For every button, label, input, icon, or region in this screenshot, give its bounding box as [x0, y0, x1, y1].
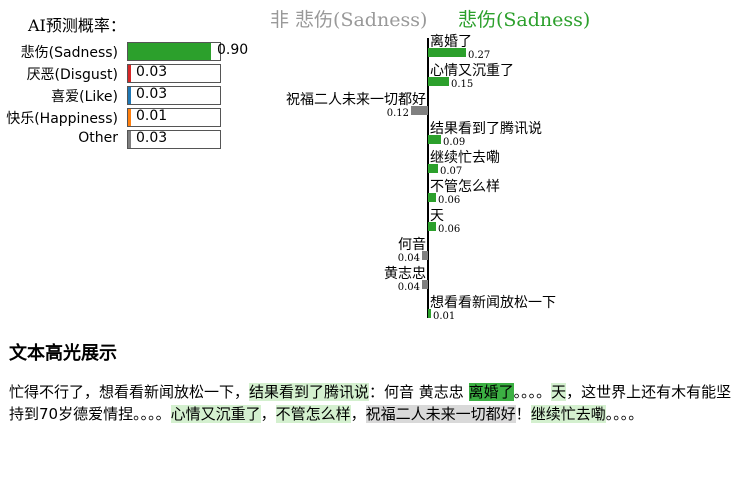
contribution-bar	[428, 193, 436, 202]
positive-class-header: 悲伤(Sadness)	[458, 9, 591, 31]
contribution-word: 祝福二人未来一切都好	[286, 92, 426, 108]
highlighted-phrase: 结果看到了腾讯说	[249, 383, 370, 401]
contribution-value: 0.12	[386, 108, 409, 119]
highlighted-text: 忙得不行了，想看看新闻放松一下，结果看到了腾讯说：何音 黄志忠 离婚了。。。。天…	[9, 381, 744, 425]
probability-bar-fill	[128, 65, 131, 82]
probability-row: 厌恶(Disgust) 0.03	[0, 63, 260, 85]
text-segment: 。。。。	[605, 405, 644, 423]
contribution-value: 0.06	[438, 224, 461, 235]
contribution-value: 0.15	[451, 79, 474, 90]
probability-bar-fill	[128, 43, 211, 60]
text-segment: ：何音 黄志忠	[369, 383, 469, 401]
contribution-word: 黄志忠	[384, 266, 426, 282]
contribution-bar	[428, 222, 436, 231]
highlighted-phrase: 不管怎么样	[275, 405, 351, 423]
probability-bar-fill	[128, 87, 131, 104]
highlighted-phrase: 心情又沉重了	[170, 405, 261, 423]
text-segment: 。。。。	[513, 383, 552, 401]
contribution-word: 想看看新闻放松一下	[430, 295, 556, 311]
contribution-bar	[428, 164, 438, 173]
contribution-bar	[428, 135, 441, 144]
probability-bar-fill	[128, 109, 131, 126]
probability-label: 喜爱(Like)	[51, 89, 118, 105]
contribution-word: 结果看到了腾讯说	[430, 121, 542, 137]
text-segment: ！	[515, 405, 531, 423]
probability-row: Other 0.03	[0, 129, 260, 151]
highlight-section-title: 文本高光展示	[9, 343, 117, 364]
probability-value: 0.03	[136, 86, 168, 102]
text-segment: ，	[260, 405, 276, 423]
probability-list: 悲伤(Sadness) 0.90 厌恶(Disgust) 0.03 喜爱(Like) 0.…	[0, 41, 260, 151]
probability-label: 厌恶(Disgust)	[26, 67, 118, 83]
contribution-word: 继续忙去嘞	[430, 150, 500, 166]
highlighted-phrase: 祝福二人未来一切都好	[365, 405, 516, 423]
highlighted-phrase: 继续忙去嘞	[530, 405, 606, 423]
probability-value: 0.90	[217, 42, 249, 58]
contribution-bar	[428, 309, 431, 318]
contribution-bar	[422, 280, 428, 289]
probability-value: 0.01	[136, 108, 168, 124]
probability-bar	[127, 42, 221, 61]
highlighted-phrase: 离婚了	[468, 383, 514, 401]
probability-row: 快乐(Happiness) 0.01	[0, 107, 260, 129]
contribution-bar	[428, 48, 466, 57]
contribution-value: 0.04	[397, 282, 420, 293]
highlighted-phrase: 天	[551, 383, 567, 401]
negative-class-header: 非 悲伤(Sadness)	[270, 9, 428, 31]
probability-row: 悲伤(Sadness) 0.90	[0, 41, 260, 63]
probability-label: Other	[78, 130, 118, 146]
probability-row: 喜爱(Like) 0.03	[0, 85, 260, 107]
contribution-bar	[428, 77, 449, 86]
contribution-bar	[422, 251, 428, 260]
probability-label: 快乐(Happiness)	[6, 111, 118, 127]
contribution-value: 0.01	[433, 311, 456, 322]
text-segment: 忙得不行了，想看看新闻放松一下，	[9, 383, 250, 401]
probability-title: AI预测概率：	[28, 16, 126, 35]
probability-value: 0.03	[136, 130, 168, 146]
text-segment: ，	[350, 405, 366, 423]
probability-label: 悲伤(Sadness)	[20, 45, 118, 61]
probability-value: 0.03	[136, 64, 168, 80]
contribution-bar	[411, 106, 428, 115]
contribution-word: 不管怎么样	[430, 179, 500, 195]
probability-bar-fill	[128, 131, 131, 148]
